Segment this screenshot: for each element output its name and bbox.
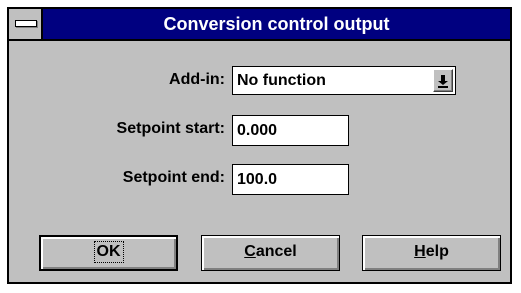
ok-button-label: OK bbox=[93, 241, 124, 263]
cancel-button-mnemonic: C bbox=[244, 243, 256, 260]
system-menu-icon[interactable] bbox=[9, 9, 43, 39]
help-button-label: elp bbox=[425, 243, 449, 260]
help-button[interactable]: Help bbox=[362, 235, 501, 271]
addin-selected-value: No function bbox=[237, 72, 326, 89]
cancel-button-label: ancel bbox=[255, 243, 297, 260]
title-bar: Conversion control output bbox=[9, 9, 510, 41]
dropdown-arrow-glyph bbox=[438, 74, 448, 88]
dropdown-arrow-icon[interactable] bbox=[433, 69, 453, 92]
conversion-control-dialog: Conversion control output Add-in: No fun… bbox=[7, 7, 512, 284]
addin-select[interactable]: No function bbox=[232, 66, 456, 95]
setpoint-start-input[interactable] bbox=[233, 116, 348, 145]
setpoint-end-field-box bbox=[232, 164, 349, 195]
window-title: Conversion control output bbox=[163, 14, 390, 34]
setpoint-end-input[interactable] bbox=[233, 165, 348, 194]
cancel-button[interactable]: Cancel bbox=[201, 235, 340, 271]
setpoint-end-label: Setpoint end: bbox=[122, 169, 225, 186]
help-button-mnemonic: H bbox=[414, 243, 426, 260]
setpoint-start-label: Setpoint start: bbox=[116, 120, 225, 137]
setpoint-start-field-box bbox=[232, 115, 349, 146]
addin-label: Add-in: bbox=[169, 71, 225, 88]
ok-button[interactable]: OK bbox=[39, 235, 178, 271]
system-menu-bar bbox=[15, 20, 37, 27]
